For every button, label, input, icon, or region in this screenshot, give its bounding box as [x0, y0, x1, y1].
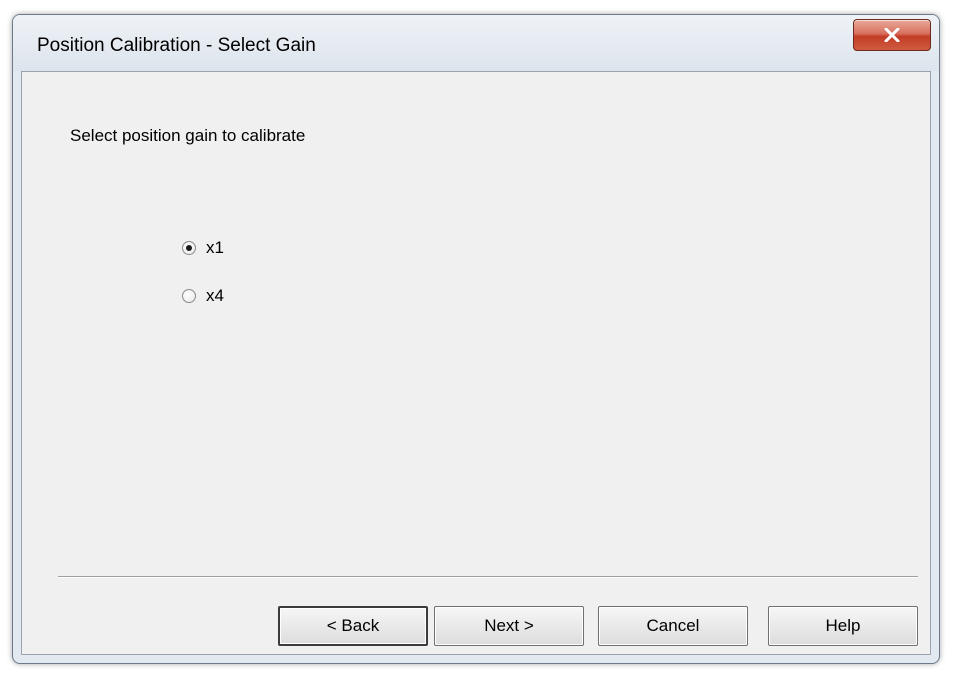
back-button[interactable]: < Back: [278, 606, 428, 646]
close-x-icon: [884, 28, 900, 42]
instruction-text: Select position gain to calibrate: [70, 126, 306, 145]
radio-x4[interactable]: [182, 289, 196, 303]
title-bar[interactable]: Position Calibration - Select Gain: [13, 15, 939, 71]
radio-x1[interactable]: [182, 241, 196, 255]
dialog-window: Position Calibration - Select Gain Selec…: [12, 14, 940, 664]
next-button[interactable]: Next >: [434, 606, 584, 646]
dialog-body: Select position gain to calibrate x1 x4 …: [21, 71, 931, 655]
radio-label-x4[interactable]: x4: [206, 286, 224, 306]
radio-label-x1[interactable]: x1: [206, 238, 224, 258]
button-separator: [58, 576, 918, 578]
window-title: Position Calibration - Select Gain: [37, 35, 316, 56]
cancel-button[interactable]: Cancel: [598, 606, 748, 646]
gain-option-x1[interactable]: x1: [182, 238, 224, 258]
help-button[interactable]: Help: [768, 606, 918, 646]
gain-option-x4[interactable]: x4: [182, 286, 224, 306]
close-button[interactable]: [853, 19, 931, 51]
